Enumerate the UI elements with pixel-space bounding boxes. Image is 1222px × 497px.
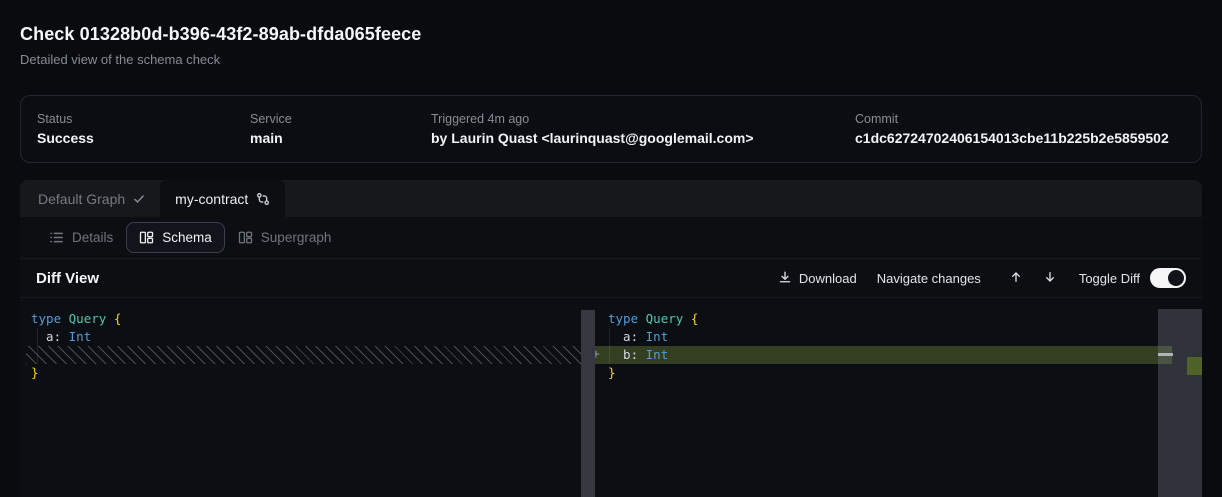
toggle-diff-label: Toggle Diff bbox=[1079, 271, 1140, 286]
code-line: a: Int bbox=[20, 328, 595, 346]
view-tabs: Details Schema Supergraph bbox=[20, 217, 1202, 258]
check-summary-card: Status Success Service main Triggered 4m… bbox=[20, 95, 1202, 163]
arrow-down-icon bbox=[1043, 272, 1057, 287]
graph-tab-strip: Default Graph my-contract bbox=[20, 180, 1202, 217]
download-label: Download bbox=[799, 271, 857, 286]
indent-guide bbox=[609, 328, 610, 364]
scrollbar-cursor-tick bbox=[1158, 353, 1173, 356]
diff-placeholder-line bbox=[26, 346, 581, 364]
git-compare-icon bbox=[256, 192, 270, 206]
check-detail-panel: Default Graph my-contract Details bbox=[20, 180, 1202, 497]
arrow-up-icon bbox=[1009, 272, 1023, 287]
list-icon bbox=[49, 230, 64, 245]
overview-added-marker bbox=[1187, 357, 1202, 375]
download-icon bbox=[778, 270, 792, 287]
check-icon bbox=[133, 193, 145, 205]
summary-triggered: Triggered 4m ago by Laurin Quast <laurin… bbox=[431, 112, 855, 146]
navigate-changes-button[interactable]: Navigate changes bbox=[877, 271, 981, 286]
columns-icon bbox=[238, 230, 253, 245]
diff-pane-after: + type Query { a: Int b: Int} bbox=[595, 298, 1202, 497]
code-lines-after: type Query { a: Int b: Int} bbox=[595, 310, 1202, 382]
code-line: type Query { bbox=[20, 310, 595, 328]
diff-pane-before: type Query { a: Int} bbox=[20, 298, 595, 497]
triggered-label: Triggered 4m ago bbox=[431, 112, 855, 126]
status-value: Success bbox=[37, 130, 250, 146]
code-line: } bbox=[20, 364, 595, 382]
commit-label: Commit bbox=[855, 112, 1185, 126]
navigate-changes-label: Navigate changes bbox=[877, 271, 981, 286]
summary-status: Status Success bbox=[37, 112, 250, 146]
toggle-diff-switch[interactable] bbox=[1150, 268, 1186, 288]
previous-change-button[interactable] bbox=[999, 270, 1033, 287]
code-line: type Query { bbox=[595, 310, 1202, 328]
columns-icon bbox=[139, 230, 154, 245]
triggered-value: by Laurin Quast <laurinquast@googlemail.… bbox=[431, 130, 855, 146]
tab-my-contract-label: my-contract bbox=[175, 191, 248, 207]
code-line-added: b: Int bbox=[595, 346, 1172, 364]
tab-details[interactable]: Details bbox=[36, 222, 126, 253]
service-value: main bbox=[250, 130, 431, 146]
tab-schema-label: Schema bbox=[162, 230, 212, 245]
schema-diff-editor: type Query { a: Int} + type Query { a: I… bbox=[20, 298, 1202, 497]
next-change-button[interactable] bbox=[1033, 270, 1067, 287]
summary-commit: Commit c1dc62724702406154013cbe11b225b2e… bbox=[855, 112, 1185, 146]
tab-default-graph-label: Default Graph bbox=[38, 191, 125, 207]
diff-controls: Download Navigate changes Toggle Diff bbox=[778, 268, 1186, 288]
code-line: a: Int bbox=[595, 328, 1202, 346]
tab-default-graph[interactable]: Default Graph bbox=[20, 180, 160, 217]
left-scrollbar[interactable] bbox=[581, 310, 595, 497]
toggle-knob bbox=[1168, 270, 1184, 286]
tab-my-contract[interactable]: my-contract bbox=[160, 180, 285, 217]
diff-view-header: Diff View Download Navigate changes bbox=[20, 258, 1202, 298]
download-button[interactable]: Download bbox=[778, 270, 857, 287]
summary-service: Service main bbox=[250, 112, 431, 146]
commit-value: c1dc62724702406154013cbe11b225b2e5859502 bbox=[855, 130, 1185, 146]
tab-supergraph[interactable]: Supergraph bbox=[225, 222, 345, 253]
page-subtitle: Detailed view of the schema check bbox=[20, 52, 421, 67]
diff-view-title: Diff View bbox=[36, 270, 99, 287]
tab-supergraph-label: Supergraph bbox=[261, 230, 332, 245]
code-lines-before: type Query { a: Int} bbox=[20, 310, 595, 382]
indent-guide bbox=[37, 328, 38, 364]
code-line: } bbox=[595, 364, 1202, 382]
page-header: Check 01328b0d-b396-43f2-89ab-dfda065fee… bbox=[20, 24, 421, 67]
added-line-sign: + bbox=[595, 346, 600, 364]
service-label: Service bbox=[250, 112, 431, 126]
status-label: Status bbox=[37, 112, 250, 126]
tab-details-label: Details bbox=[72, 230, 113, 245]
tab-schema[interactable]: Schema bbox=[126, 222, 225, 253]
schema-check-page: Check 01328b0d-b396-43f2-89ab-dfda065fee… bbox=[0, 0, 1222, 497]
page-title: Check 01328b0d-b396-43f2-89ab-dfda065fee… bbox=[20, 24, 421, 45]
right-scrollbar[interactable] bbox=[1158, 309, 1202, 497]
